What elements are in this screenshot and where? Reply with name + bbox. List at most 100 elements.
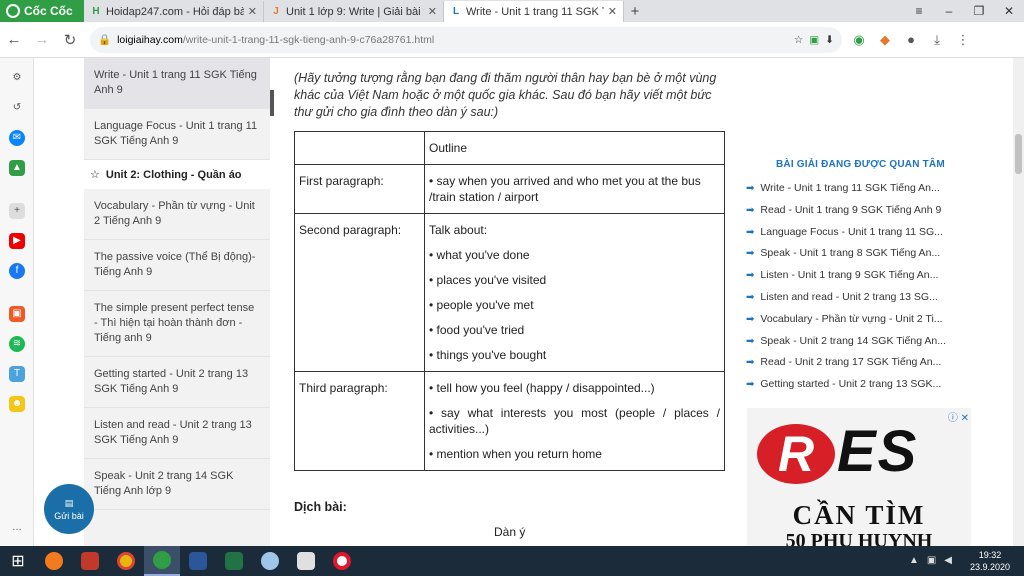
related-item[interactable]: ➡ Read - Unit 2 trang 17 SGK Tiếng An... <box>746 352 961 374</box>
related-link[interactable]: Listen and read - Unit 2 trang 13 SG... <box>760 287 937 309</box>
row-line: • what you've done <box>429 248 530 262</box>
new-tab-button[interactable]: + <box>624 1 646 22</box>
sidebar-item[interactable]: Getting started - Unit 2 trang 13 SGK Ti… <box>84 357 270 408</box>
coccoc-taskbar-icon[interactable] <box>144 546 180 576</box>
related-link[interactable]: Listen - Unit 1 trang 9 SGK Tiếng An... <box>760 265 938 287</box>
sidebar-item[interactable]: Listen and read - Unit 2 trang 13 SGK Ti… <box>84 408 270 459</box>
sidebar-item[interactable]: Speak - Unit 2 trang 14 SGK Tiếng Anh lớ… <box>84 459 270 510</box>
sidebar-item[interactable]: Vocabulary - Phần từ vựng - Unit 2 Tiếng… <box>84 189 270 240</box>
network-icon[interactable]: ▣ <box>927 555 936 566</box>
translation-heading: Dịch bài: <box>294 500 347 514</box>
downloads-icon[interactable]: ⤓ <box>928 32 946 48</box>
row-line: • tell how you feel (happy / disappointe… <box>429 381 655 395</box>
close-window-icon[interactable]: ✕ <box>994 0 1024 22</box>
minimize-icon[interactable]: – <box>934 0 964 22</box>
unikey-icon[interactable] <box>288 546 324 576</box>
extension-badge-icon[interactable]: ▣ <box>809 34 819 46</box>
arrow-right-icon: ➡ <box>746 335 755 347</box>
close-tab-icon[interactable]: ✕ <box>248 5 257 18</box>
article-content: (Hãy tưởng tượng rằng bạn đang đi thăm n… <box>286 58 736 546</box>
spotify-icon[interactable]: ≋ <box>9 336 25 352</box>
submit-label: Gửi bài <box>54 510 84 521</box>
related-item[interactable]: ➡ Listen and read - Unit 2 trang 13 SG... <box>746 287 961 309</box>
sidebar-scrollbar[interactable] <box>270 90 274 116</box>
related-link[interactable]: Vocabulary - Phần từ vựng - Unit 2 Ti... <box>760 309 942 331</box>
bookmark-star-icon[interactable]: ☆ <box>794 34 803 46</box>
windows-start-icon[interactable]: ⊞ <box>0 546 36 576</box>
related-item[interactable]: ➡ Speak - Unit 1 trang 8 SGK Tiếng An... <box>746 243 961 265</box>
more-menu-icon[interactable]: ⋮ <box>954 32 972 48</box>
related-item[interactable]: ➡ Language Focus - Unit 1 trang 11 SG... <box>746 222 961 244</box>
game-icon[interactable]: ▲ <box>9 160 25 176</box>
related-item[interactable]: ➡ Vocabulary - Phần từ vựng - Unit 2 Ti..… <box>746 309 961 331</box>
related-link[interactable]: Write - Unit 1 trang 11 SGK Tiếng An... <box>760 178 939 200</box>
history-icon[interactable]: ↺ <box>9 100 25 116</box>
related-item[interactable]: ➡ Speak - Unit 2 trang 14 SGK Tiếng An... <box>746 331 961 353</box>
rocket-extension-icon[interactable]: ◆ <box>876 32 894 48</box>
download-icon[interactable]: ⬇ <box>825 34 834 46</box>
more-icon[interactable]: … <box>9 520 25 536</box>
messenger-icon[interactable]: ✉ <box>9 130 25 146</box>
sidebar-item[interactable]: The simple present perfect tense - Thì h… <box>84 291 270 357</box>
sidebar-item-write-unit1[interactable]: Write - Unit 1 trang 11 SGK Tiếng Anh 9 <box>84 58 270 109</box>
coccoc-extension-icon[interactable]: ◉ <box>850 32 868 48</box>
table-cell <box>294 131 425 165</box>
excel-icon[interactable] <box>216 546 252 576</box>
game-avatar-icon[interactable]: ☻ <box>9 396 25 412</box>
sidebar-item[interactable]: The passive voice (Thể Bị động)- Tiếng A… <box>84 240 270 291</box>
opera-icon[interactable] <box>324 546 360 576</box>
related-item[interactable]: ➡ Listen - Unit 1 trang 9 SGK Tiếng An... <box>746 265 961 287</box>
related-link[interactable]: Read - Unit 2 trang 17 SGK Tiếng An... <box>760 352 941 374</box>
ad-close-icon[interactable]: ⓘ ✕ <box>948 409 969 424</box>
back-icon[interactable]: ← <box>0 31 28 48</box>
paint-brush-icon[interactable] <box>252 546 288 576</box>
arrow-right-icon: ➡ <box>746 270 755 282</box>
hoidap-favicon-icon: H <box>92 6 100 17</box>
tray-arrow-icon[interactable]: ▲ <box>909 555 919 566</box>
related-link[interactable]: Language Focus - Unit 1 trang 11 SG... <box>760 222 943 244</box>
table-row: Outline <box>294 131 725 165</box>
tab-write-unit1-active[interactable]: L Write - Unit 1 trang 11 SGK T ✕ <box>444 1 624 22</box>
menu-icon[interactable]: ≡ <box>904 0 934 22</box>
related-link[interactable]: Getting started - Unit 2 trang 13 SGK... <box>760 374 941 396</box>
scrollbar-thumb[interactable] <box>1015 134 1022 174</box>
sidebar-item-language-focus[interactable]: Language Focus - Unit 1 trang 11 SGK Tiế… <box>84 109 270 160</box>
row-cell: Talk about: • what you've done • places … <box>424 213 725 372</box>
url-bar[interactable]: 🔒 loigiaihay.com/write-unit-1-trang-11-s… <box>90 26 842 53</box>
related-link[interactable]: Speak - Unit 2 trang 14 SGK Tiếng An... <box>760 331 946 353</box>
reload-icon[interactable]: ↻ <box>56 31 84 49</box>
sidebar-section-unit2[interactable]: ☆ Unit 2: Clothing - Quần áo <box>84 160 270 189</box>
window-controls: ≡ – ❐ ✕ <box>904 0 1024 22</box>
shopee-icon[interactable]: ▣ <box>9 306 25 322</box>
related-link[interactable]: Read - Unit 1 trang 9 SGK Tiếng Anh 9 <box>760 200 941 222</box>
word-icon[interactable] <box>180 546 216 576</box>
tab-unit1-write[interactable]: J Unit 1 lớp 9: Write | Giải bài tậ ✕ <box>264 1 444 22</box>
arrow-right-icon: ➡ <box>746 204 755 216</box>
forward-icon[interactable]: → <box>28 31 56 48</box>
browser-brand[interactable]: Cốc Cốc <box>0 0 84 22</box>
arrow-right-icon: ➡ <box>746 291 755 303</box>
account-icon[interactable]: ● <box>902 32 920 48</box>
related-item[interactable]: ➡ Write - Unit 1 trang 11 SGK Tiếng An... <box>746 178 961 200</box>
submit-post-button[interactable]: ▤ Gửi bài <box>44 484 94 534</box>
facebook-icon[interactable]: f <box>9 263 25 279</box>
ad-logo-text: ES <box>837 419 919 484</box>
youtube-icon[interactable]: ▶ <box>9 233 25 249</box>
advertisement-banner[interactable]: ⓘ ✕ R ES CẦN TÌM 50 PHỤ HUYNH <box>747 408 971 546</box>
related-link[interactable]: Speak - Unit 1 trang 8 SGK Tiếng An... <box>760 243 940 265</box>
page-scrollbar[interactable] <box>1013 58 1024 546</box>
close-tab-icon[interactable]: ✕ <box>608 5 617 18</box>
avast-icon[interactable] <box>36 546 72 576</box>
close-tab-icon[interactable]: ✕ <box>428 5 437 18</box>
tab-hoidap247[interactable]: H Hoidap247.com - Hỏi đáp bài ✕ <box>84 1 264 22</box>
paint-tool-icon[interactable] <box>72 546 108 576</box>
add-icon[interactable]: + <box>9 203 25 219</box>
taskbar-clock[interactable]: 19:32 23.9.2020 <box>970 549 1010 573</box>
tiki-icon[interactable]: T <box>9 366 25 382</box>
related-item[interactable]: ➡ Getting started - Unit 2 trang 13 SGK..… <box>746 374 961 396</box>
settings-gear-icon[interactable]: ⚙ <box>9 70 25 86</box>
chrome-icon[interactable] <box>108 546 144 576</box>
maximize-icon[interactable]: ❐ <box>964 0 994 22</box>
related-item[interactable]: ➡ Read - Unit 1 trang 9 SGK Tiếng Anh 9 <box>746 200 961 222</box>
volume-icon[interactable]: ◀ <box>944 555 952 566</box>
